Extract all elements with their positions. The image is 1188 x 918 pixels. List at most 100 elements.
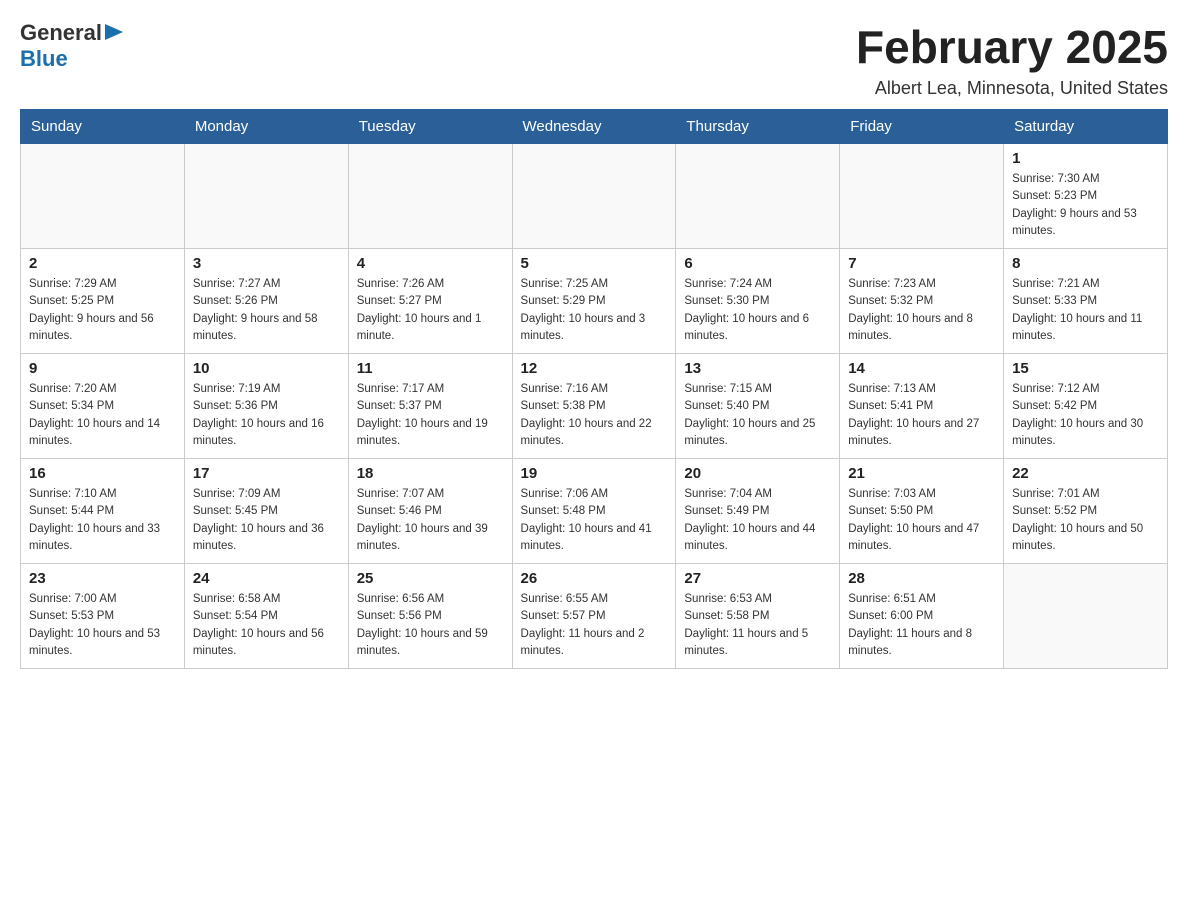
day-number: 4 xyxy=(357,255,504,272)
header-sunday: Sunday xyxy=(21,110,185,144)
day-info: Sunrise: 7:24 AMSunset: 5:30 PMDaylight:… xyxy=(684,276,831,345)
calendar-cell: 25 Sunrise: 6:56 AMSunset: 5:56 PMDayligh… xyxy=(348,564,512,669)
day-number: 8 xyxy=(1012,255,1159,272)
calendar-cell xyxy=(348,144,512,249)
calendar-cell: 14 Sunrise: 7:13 AMSunset: 5:41 PMDayligh… xyxy=(840,354,1004,459)
day-info: Sunrise: 7:06 AMSunset: 5:48 PMDaylight:… xyxy=(521,486,668,555)
calendar-cell: 28 Sunrise: 6:51 AMSunset: 6:00 PMDayligh… xyxy=(840,564,1004,669)
calendar-cell: 17Sunrise: 7:09 AMSunset: 5:45 PMDayligh… xyxy=(184,459,348,564)
day-info: Sunrise: 7:12 AMSunset: 5:42 PMDaylight:… xyxy=(1012,381,1159,450)
calendar-cell: 19 Sunrise: 7:06 AMSunset: 5:48 PMDayligh… xyxy=(512,459,676,564)
calendar-cell xyxy=(676,144,840,249)
calendar-cell: 18 Sunrise: 7:07 AMSunset: 5:46 PMDayligh… xyxy=(348,459,512,564)
month-title: February 2025 xyxy=(856,20,1168,74)
day-info: Sunrise: 7:10 AMSunset: 5:44 PMDaylight:… xyxy=(29,486,176,555)
day-number: 12 xyxy=(521,360,668,377)
logo-arrow-icon xyxy=(105,24,123,45)
day-number: 10 xyxy=(193,360,340,377)
page-header: General Blue February 2025 Albert Lea, M… xyxy=(20,20,1168,99)
day-number: 17 xyxy=(193,465,340,482)
logo-blue-text: Blue xyxy=(20,46,68,71)
week-row-2: 2 Sunrise: 7:29 AMSunset: 5:25 PMDaylight… xyxy=(21,249,1168,354)
day-number: 9 xyxy=(29,360,176,377)
calendar-cell: 16 Sunrise: 7:10 AMSunset: 5:44 PMDayligh… xyxy=(21,459,185,564)
day-info: Sunrise: 7:07 AMSunset: 5:46 PMDaylight:… xyxy=(357,486,504,555)
calendar-cell: 24 Sunrise: 6:58 AMSunset: 5:54 PMDayligh… xyxy=(184,564,348,669)
calendar-cell: 10 Sunrise: 7:19 AMSunset: 5:36 PMDayligh… xyxy=(184,354,348,459)
day-info: Sunrise: 7:25 AMSunset: 5:29 PMDaylight:… xyxy=(521,276,668,345)
day-number: 19 xyxy=(521,465,668,482)
calendar-cell xyxy=(840,144,1004,249)
day-number: 22 xyxy=(1012,465,1159,482)
calendar-cell xyxy=(184,144,348,249)
calendar-cell: 23Sunrise: 7:00 AMSunset: 5:53 PMDayligh… xyxy=(21,564,185,669)
header-saturday: Saturday xyxy=(1004,110,1168,144)
day-info: Sunrise: 7:01 AMSunset: 5:52 PMDaylight:… xyxy=(1012,486,1159,555)
day-info: Sunrise: 6:55 AMSunset: 5:57 PMDaylight:… xyxy=(521,591,668,660)
day-info: Sunrise: 6:56 AMSunset: 5:56 PMDaylight:… xyxy=(357,591,504,660)
day-info: Sunrise: 7:26 AMSunset: 5:27 PMDaylight:… xyxy=(357,276,504,345)
logo: General Blue xyxy=(20,20,123,72)
day-number: 3 xyxy=(193,255,340,272)
day-number: 2 xyxy=(29,255,176,272)
calendar-cell: 4 Sunrise: 7:26 AMSunset: 5:27 PMDaylight… xyxy=(348,249,512,354)
day-info: Sunrise: 7:23 AMSunset: 5:32 PMDaylight:… xyxy=(848,276,995,345)
day-info: Sunrise: 7:20 AMSunset: 5:34 PMDaylight:… xyxy=(29,381,176,450)
calendar-cell: 9 Sunrise: 7:20 AMSunset: 5:34 PMDaylight… xyxy=(21,354,185,459)
day-number: 16 xyxy=(29,465,176,482)
week-row-4: 16 Sunrise: 7:10 AMSunset: 5:44 PMDayligh… xyxy=(21,459,1168,564)
day-number: 15 xyxy=(1012,360,1159,377)
title-block: February 2025 Albert Lea, Minnesota, Uni… xyxy=(856,20,1168,99)
calendar-cell: 22 Sunrise: 7:01 AMSunset: 5:52 PMDayligh… xyxy=(1004,459,1168,564)
day-number: 25 xyxy=(357,570,504,587)
day-info: Sunrise: 7:19 AMSunset: 5:36 PMDaylight:… xyxy=(193,381,340,450)
day-info: Sunrise: 6:58 AMSunset: 5:54 PMDaylight:… xyxy=(193,591,340,660)
calendar-cell: 20Sunrise: 7:04 AMSunset: 5:49 PMDayligh… xyxy=(676,459,840,564)
calendar-cell: 12 Sunrise: 7:16 AMSunset: 5:38 PMDayligh… xyxy=(512,354,676,459)
calendar-cell: 11 Sunrise: 7:17 AMSunset: 5:37 PMDayligh… xyxy=(348,354,512,459)
day-number: 11 xyxy=(357,360,504,377)
day-info: Sunrise: 7:21 AMSunset: 5:33 PMDaylight:… xyxy=(1012,276,1159,345)
day-number: 26 xyxy=(521,570,668,587)
header-monday: Monday xyxy=(184,110,348,144)
day-info: Sunrise: 7:17 AMSunset: 5:37 PMDaylight:… xyxy=(357,381,504,450)
weekday-header-row: Sunday Monday Tuesday Wednesday Thursday… xyxy=(21,110,1168,144)
calendar-cell: 5 Sunrise: 7:25 AMSunset: 5:29 PMDaylight… xyxy=(512,249,676,354)
day-number: 5 xyxy=(521,255,668,272)
day-number: 7 xyxy=(848,255,995,272)
day-number: 1 xyxy=(1012,150,1159,167)
day-number: 18 xyxy=(357,465,504,482)
calendar-table: Sunday Monday Tuesday Wednesday Thursday… xyxy=(20,109,1168,669)
day-info: Sunrise: 7:16 AMSunset: 5:38 PMDaylight:… xyxy=(521,381,668,450)
calendar-cell xyxy=(512,144,676,249)
logo-general-text: General xyxy=(20,20,102,46)
day-number: 20 xyxy=(684,465,831,482)
header-thursday: Thursday xyxy=(676,110,840,144)
day-number: 23 xyxy=(29,570,176,587)
day-number: 6 xyxy=(684,255,831,272)
location-subtitle: Albert Lea, Minnesota, United States xyxy=(856,78,1168,99)
calendar-cell: 3 Sunrise: 7:27 AMSunset: 5:26 PMDaylight… xyxy=(184,249,348,354)
calendar-cell: 7 Sunrise: 7:23 AMSunset: 5:32 PMDaylight… xyxy=(840,249,1004,354)
header-friday: Friday xyxy=(840,110,1004,144)
calendar-cell: 2 Sunrise: 7:29 AMSunset: 5:25 PMDaylight… xyxy=(21,249,185,354)
calendar-cell xyxy=(21,144,185,249)
day-info: Sunrise: 6:53 AMSunset: 5:58 PMDaylight:… xyxy=(684,591,831,660)
calendar-cell: 13Sunrise: 7:15 AMSunset: 5:40 PMDayligh… xyxy=(676,354,840,459)
day-info: Sunrise: 6:51 AMSunset: 6:00 PMDaylight:… xyxy=(848,591,995,660)
calendar-cell: 21 Sunrise: 7:03 AMSunset: 5:50 PMDayligh… xyxy=(840,459,1004,564)
day-number: 24 xyxy=(193,570,340,587)
calendar-cell: 26 Sunrise: 6:55 AMSunset: 5:57 PMDayligh… xyxy=(512,564,676,669)
day-info: Sunrise: 7:29 AMSunset: 5:25 PMDaylight:… xyxy=(29,276,176,345)
day-number: 27 xyxy=(684,570,831,587)
day-info: Sunrise: 7:15 AMSunset: 5:40 PMDaylight:… xyxy=(684,381,831,450)
day-info: Sunrise: 7:03 AMSunset: 5:50 PMDaylight:… xyxy=(848,486,995,555)
day-number: 28 xyxy=(848,570,995,587)
day-info: Sunrise: 7:13 AMSunset: 5:41 PMDaylight:… xyxy=(848,381,995,450)
day-info: Sunrise: 7:27 AMSunset: 5:26 PMDaylight:… xyxy=(193,276,340,345)
calendar-cell xyxy=(1004,564,1168,669)
calendar-cell: 8 Sunrise: 7:21 AMSunset: 5:33 PMDaylight… xyxy=(1004,249,1168,354)
day-number: 21 xyxy=(848,465,995,482)
day-number: 14 xyxy=(848,360,995,377)
week-row-5: 23Sunrise: 7:00 AMSunset: 5:53 PMDayligh… xyxy=(21,564,1168,669)
